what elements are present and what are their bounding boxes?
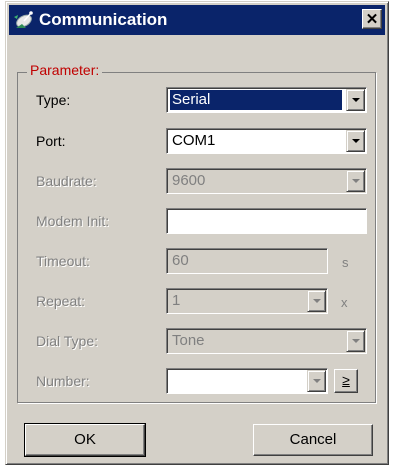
chevron-down-icon (352, 139, 360, 143)
cancel-button-label: Cancel (289, 431, 337, 448)
window-title: Communication (39, 10, 168, 29)
close-icon: ✕ (365, 10, 379, 28)
timeout-label: Timeout: (36, 253, 90, 269)
close-button[interactable]: ✕ (362, 9, 382, 29)
ok-button-label: OK (74, 431, 96, 448)
dial-type-dropdown-button[interactable] (346, 330, 365, 352)
chevron-down-icon (352, 339, 360, 343)
dial-button-label: ≥ (342, 372, 350, 388)
timeout-value: 60 (172, 252, 189, 269)
repeat-label: Repeat: (36, 293, 86, 309)
chevron-down-icon (313, 379, 321, 383)
port-value: COM1 (172, 132, 216, 149)
repeat-dropdown-button[interactable] (307, 290, 326, 312)
type-select[interactable]: Serial (166, 87, 367, 113)
number-label: Number: (36, 373, 90, 389)
baudrate-select[interactable]: 9600 (166, 168, 367, 194)
type-label: Type: (36, 92, 71, 108)
dial-button[interactable]: ≥ (334, 369, 358, 393)
port-label: Port: (36, 133, 66, 149)
dial-type-label: Dial Type: (36, 333, 98, 349)
baudrate-value: 9600 (172, 172, 206, 189)
dial-type-select[interactable]: Tone (166, 328, 367, 354)
chevron-down-icon (352, 179, 360, 183)
modem-init-label: Modem Init: (36, 213, 110, 229)
ok-button[interactable]: OK (24, 423, 146, 457)
port-dropdown-button[interactable] (346, 130, 365, 152)
baudrate-dropdown-button[interactable] (346, 170, 365, 192)
chevron-down-icon (352, 98, 360, 102)
repeat-unit: x (341, 295, 348, 310)
modem-init-input[interactable] (166, 208, 367, 234)
port-select[interactable]: COM1 (166, 128, 367, 154)
dial-type-value: Tone (172, 332, 205, 349)
chevron-down-icon (313, 299, 321, 303)
parameter-group-title: Parameter: (27, 62, 103, 78)
number-select[interactable] (166, 368, 328, 394)
title-bar[interactable]: Communication ✕ (9, 5, 385, 35)
type-dropdown-button[interactable] (346, 89, 365, 111)
repeat-value: 1 (172, 292, 181, 309)
number-dropdown-button[interactable] (307, 370, 326, 392)
repeat-select[interactable]: 1 (166, 288, 328, 314)
type-value: Serial (170, 90, 342, 110)
satellite-dish-icon (14, 11, 33, 28)
cancel-button[interactable]: Cancel (253, 424, 373, 456)
timeout-input[interactable]: 60 (166, 248, 328, 274)
timeout-unit: s (342, 255, 349, 270)
baudrate-label: Baudrate: (36, 173, 97, 189)
